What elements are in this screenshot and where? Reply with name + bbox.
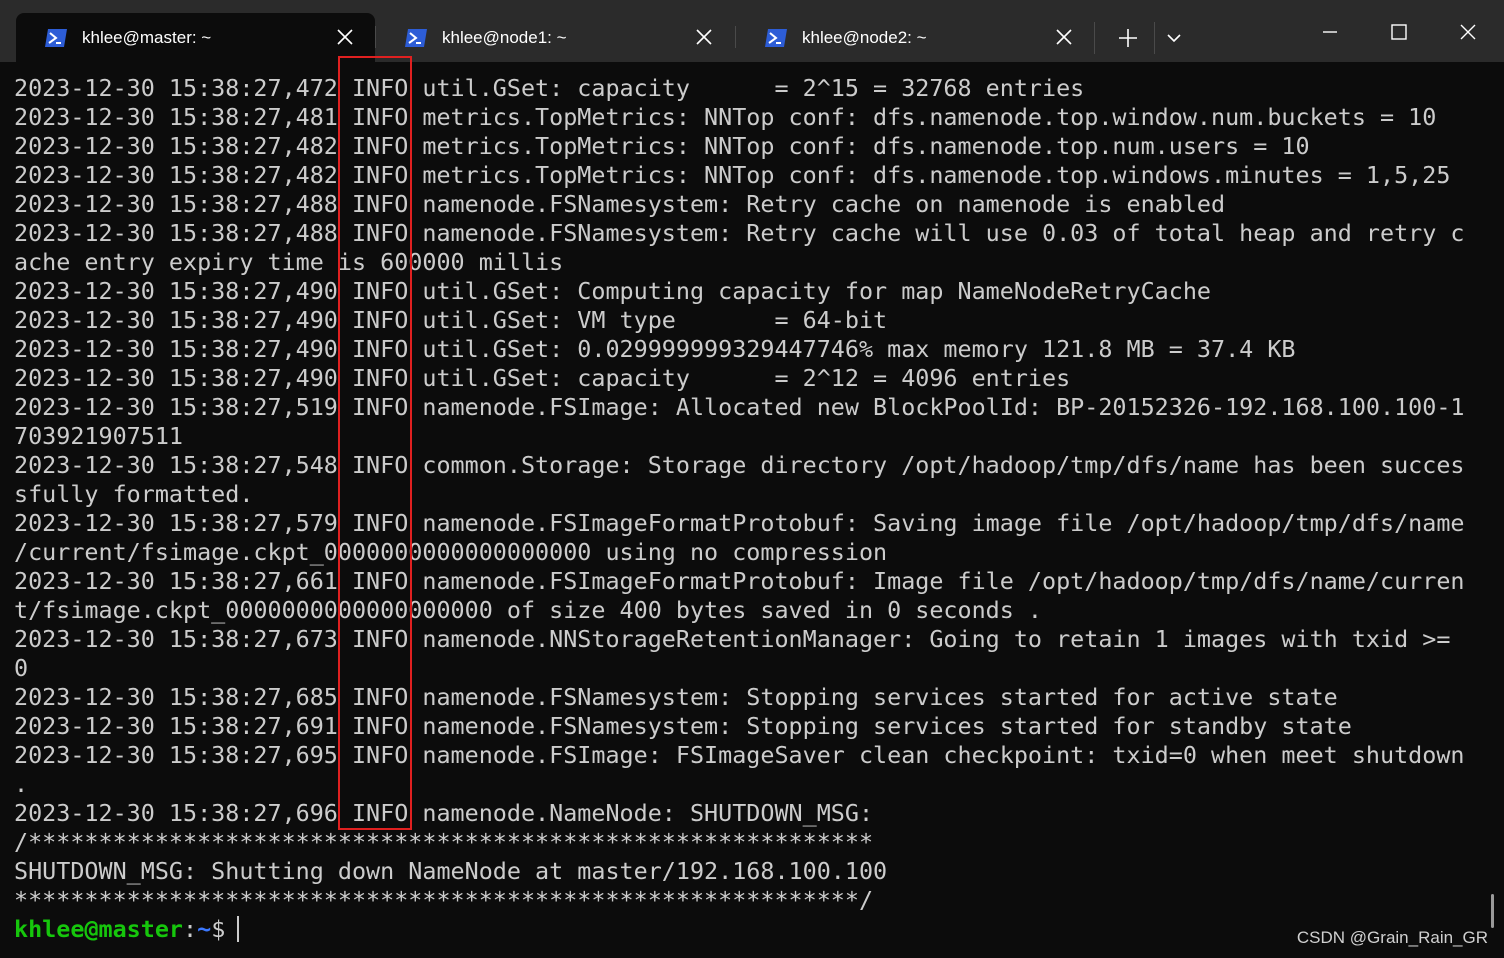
toolbar-divider	[1094, 22, 1095, 54]
tab-title: khlee@node2: ~	[802, 27, 927, 47]
terminal-line: SHUTDOWN_MSG: Shutting down NameNode at …	[14, 857, 888, 885]
scrollbar-thumb[interactable]	[1491, 894, 1494, 928]
prompt-colon: :	[183, 915, 198, 943]
powershell-icon	[45, 28, 67, 47]
terminal-line: /current/fsimage.ckpt_000000000000000000…	[14, 538, 888, 566]
toolbar-divider	[1154, 22, 1155, 54]
terminal-line: 2023-12-30 15:38:27,661 INFO namenode.FS…	[14, 567, 1465, 595]
tab-master[interactable]: khlee@master: ~	[16, 13, 375, 62]
terminal-line: 2023-12-30 15:38:27,488 INFO namenode.FS…	[14, 219, 1465, 247]
terminal-line: ****************************************…	[14, 886, 874, 914]
terminal-line: 2023-12-30 15:38:27,482 INFO metrics.Top…	[14, 161, 1451, 189]
terminal-line: 2023-12-30 15:38:27,685 INFO namenode.FS…	[14, 683, 1338, 711]
close-icon	[1460, 24, 1476, 40]
maximize-icon	[1391, 24, 1407, 40]
terminal-line: .	[14, 770, 29, 798]
new-tab-button[interactable]	[1110, 24, 1146, 52]
prompt-line[interactable]: khlee@master:~$	[14, 915, 1484, 944]
terminal-line: 2023-12-30 15:38:27,673 INFO namenode.NN…	[14, 625, 1451, 653]
prompt-user: khlee@master	[14, 915, 183, 943]
text-cursor	[237, 916, 240, 942]
terminal-line: 703921907511	[14, 422, 183, 450]
terminal-line: 2023-12-30 15:38:27,696 INFO namenode.Na…	[14, 799, 874, 827]
terminal-line: sfully formatted.	[14, 480, 254, 508]
powershell-icon	[405, 28, 427, 47]
maximize-button[interactable]	[1376, 10, 1422, 54]
terminal-line: 2023-12-30 15:38:27,472 INFO util.GSet: …	[14, 74, 1085, 102]
terminal-line: t/fsimage.ckpt_0000000000000000000 of si…	[14, 596, 1043, 624]
terminal-line: 2023-12-30 15:38:27,490 INFO util.GSet: …	[14, 335, 1296, 363]
prompt-symbol: $	[211, 915, 226, 943]
tab-node1[interactable]: khlee@node1: ~	[376, 13, 734, 62]
prompt-path: ~	[197, 915, 212, 943]
terminal-line: 2023-12-30 15:38:27,481 INFO metrics.Top…	[14, 103, 1437, 131]
terminal-line: 2023-12-30 15:38:27,488 INFO namenode.FS…	[14, 190, 1226, 218]
close-tab-icon[interactable]	[1054, 27, 1074, 47]
terminal-line: ache entry expiry time is 600000 millis	[14, 248, 564, 276]
minimize-icon	[1323, 31, 1337, 33]
terminal-line: 2023-12-30 15:38:27,548 INFO common.Stor…	[14, 451, 1465, 479]
minimize-button[interactable]	[1307, 10, 1353, 54]
close-window-button[interactable]	[1445, 10, 1491, 54]
terminal-line: 2023-12-30 15:38:27,695 INFO namenode.FS…	[14, 741, 1465, 769]
terminal-line: 0	[14, 654, 29, 682]
profile-dropdown-button[interactable]	[1160, 24, 1188, 52]
terminal-output[interactable]: 2023-12-30 15:38:27,472 INFO util.GSet: …	[14, 74, 1484, 958]
terminal-line: 2023-12-30 15:38:27,691 INFO namenode.FS…	[14, 712, 1352, 740]
tab-title: khlee@master: ~	[82, 27, 212, 47]
title-bar: khlee@master: ~ khlee@node1: ~ khlee@nod…	[0, 0, 1504, 62]
watermark: CSDN @Grain_Rain_GR	[1296, 928, 1488, 947]
close-tab-icon[interactable]	[694, 27, 714, 47]
terminal-line: 2023-12-30 15:38:27,490 INFO util.GSet: …	[14, 364, 1071, 392]
terminal-line: 2023-12-30 15:38:27,579 INFO namenode.FS…	[14, 509, 1465, 537]
close-tab-icon[interactable]	[335, 27, 355, 47]
terminal-line: 2023-12-30 15:38:27,482 INFO metrics.Top…	[14, 132, 1310, 160]
plus-icon	[1119, 29, 1137, 47]
tab-title: khlee@node1: ~	[442, 27, 567, 47]
terminal-line: 2023-12-30 15:38:27,519 INFO namenode.FS…	[14, 393, 1465, 421]
terminal-line: 2023-12-30 15:38:27,490 INFO util.GSet: …	[14, 277, 1211, 305]
terminal-line: /***************************************…	[14, 828, 874, 856]
tab-node2[interactable]: khlee@node2: ~	[736, 13, 1094, 62]
terminal-line: 2023-12-30 15:38:27,490 INFO util.GSet: …	[14, 306, 888, 334]
log-lines: 2023-12-30 15:38:27,472 INFO util.GSet: …	[14, 74, 1484, 915]
powershell-icon	[765, 28, 787, 47]
chevron-down-icon	[1167, 34, 1181, 43]
